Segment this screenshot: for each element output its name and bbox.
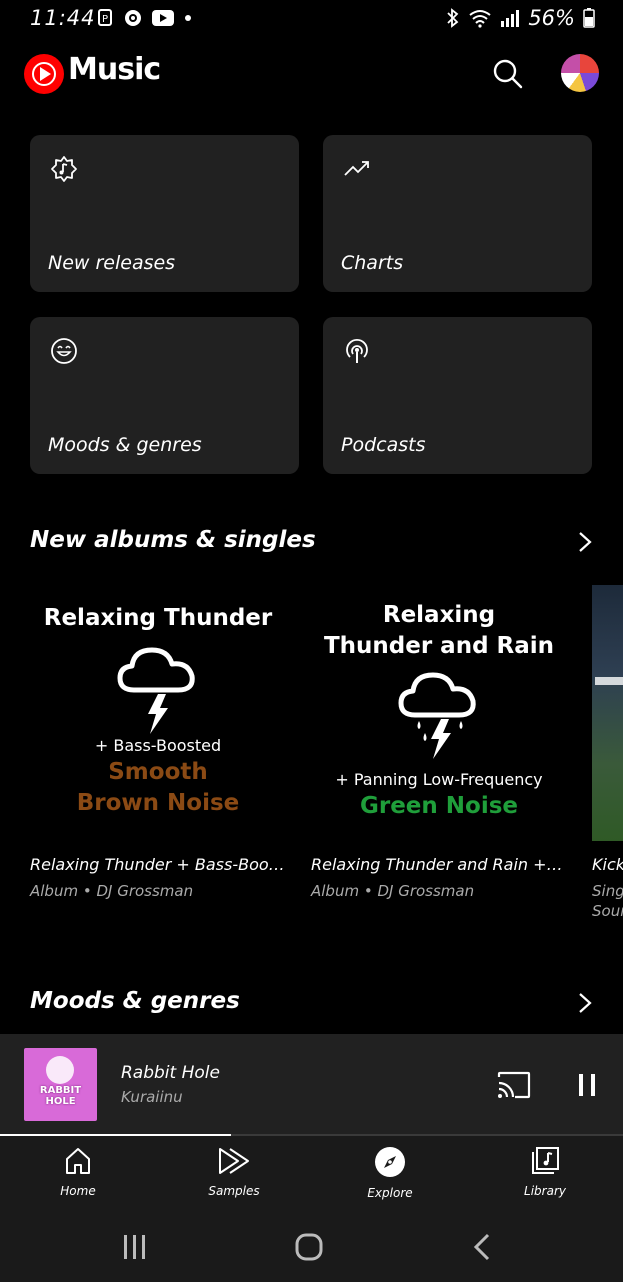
nav-label: Home	[60, 1184, 96, 1198]
now-playing-artist[interactable]: Kuraiinu	[121, 1088, 183, 1106]
bottom-nav: Home Samples Explore Library	[0, 1136, 623, 1212]
tile-podcasts[interactable]: Podcasts	[323, 317, 592, 474]
samples-icon	[219, 1148, 249, 1174]
compass-icon	[375, 1147, 405, 1177]
nav-samples[interactable]: Samples	[174, 1146, 294, 1198]
cover-subtitle: + Panning Low-Frequency	[335, 770, 543, 789]
status-time: 11:44	[30, 6, 96, 30]
notification-icons: P	[98, 9, 192, 27]
cover-subtitle: + Bass-Boosted	[94, 736, 222, 755]
back-icon[interactable]	[472, 1233, 492, 1261]
album-title[interactable]: Relaxing Thunder and Rain + P...	[311, 855, 566, 874]
youtube-music-logo[interactable]	[24, 54, 64, 94]
tile-new-releases[interactable]: New releases	[30, 135, 299, 292]
cast-icon[interactable]	[497, 1071, 531, 1099]
trending-up-icon	[344, 161, 369, 176]
cover-title: Relaxing	[382, 602, 496, 628]
album-cover-partial[interactable]	[592, 585, 623, 841]
bluetooth-icon	[447, 8, 459, 28]
album-subtitle: Sing	[592, 882, 623, 900]
profile-avatar[interactable]	[561, 54, 599, 92]
tile-moods-genres[interactable]: Moods & genres	[30, 317, 299, 474]
search-icon[interactable]	[492, 58, 524, 90]
art-text: RABBIT HOLE	[39, 1085, 82, 1107]
now-playing-art[interactable]: RABBIT HOLE	[24, 1048, 97, 1121]
section-title-new-albums: New albums & singles	[30, 527, 316, 553]
wifi-icon	[469, 10, 491, 28]
nav-label: Samples	[208, 1184, 260, 1198]
thunder-rain-cloud-icon	[398, 672, 476, 759]
smiley-icon	[51, 338, 77, 364]
cover-accent-line: Green Noise	[359, 793, 519, 819]
app-title: Music	[68, 52, 161, 87]
cover-accent-line: Brown Noise	[76, 790, 240, 816]
youtube-notification-icon	[152, 10, 174, 26]
new-releases-icon	[51, 156, 77, 182]
status-bar: 11:44 P 56%	[0, 0, 623, 36]
battery-percent: 56%	[528, 6, 575, 30]
tile-label: Charts	[341, 252, 404, 274]
picture-notification-icon: P	[98, 9, 112, 26]
podcast-icon	[346, 338, 368, 363]
tile-charts[interactable]: Charts	[323, 135, 592, 292]
system-nav-bar	[0, 1212, 623, 1282]
tile-label: New releases	[48, 252, 176, 274]
battery-icon	[583, 8, 595, 28]
now-playing-title[interactable]: Rabbit Hole	[121, 1063, 220, 1083]
home-icon	[66, 1148, 90, 1174]
cover-title: Relaxing Thunder	[43, 605, 273, 631]
cover-title: Thunder and Rain	[323, 633, 555, 659]
pause-icon[interactable]	[577, 1073, 597, 1097]
nav-library[interactable]: Library	[485, 1146, 605, 1198]
cover-accent-line: Smooth	[108, 759, 208, 785]
album-subtitle: Album • DJ Grossman	[311, 882, 475, 900]
thunder-cloud-icon	[117, 647, 195, 734]
tile-label: Podcasts	[341, 434, 426, 456]
chevron-right-icon[interactable]	[575, 991, 595, 1015]
nav-explore[interactable]: Explore	[330, 1146, 450, 1200]
album-title[interactable]: Relaxing Thunder + Bass-Boost...	[30, 855, 285, 874]
tile-label: Moods & genres	[48, 434, 202, 456]
section-title-moods: Moods & genres	[30, 988, 240, 1014]
album-cover[interactable]: Relaxing Thunder and Rain + Panning Low-…	[311, 585, 567, 841]
album-subtitle: Sour	[592, 902, 623, 920]
album-subtitle: Album • DJ Grossman	[30, 882, 194, 900]
home-button-icon[interactable]	[295, 1233, 323, 1261]
nav-home[interactable]: Home	[18, 1146, 138, 1198]
record-notification-icon	[125, 10, 141, 26]
nav-label: Explore	[367, 1186, 413, 1200]
album-title[interactable]: Kick	[592, 855, 623, 874]
dot-icon	[185, 15, 191, 21]
recent-apps-icon[interactable]	[121, 1234, 149, 1260]
chevron-right-icon[interactable]	[575, 530, 595, 554]
system-status: 56%	[446, 6, 595, 30]
svg-text:P: P	[102, 14, 108, 25]
album-cover[interactable]: Relaxing Thunder + Bass-Boosted Smooth B…	[30, 585, 286, 841]
signal-icon	[501, 10, 520, 27]
library-icon	[532, 1147, 559, 1174]
nav-label: Library	[524, 1184, 566, 1198]
